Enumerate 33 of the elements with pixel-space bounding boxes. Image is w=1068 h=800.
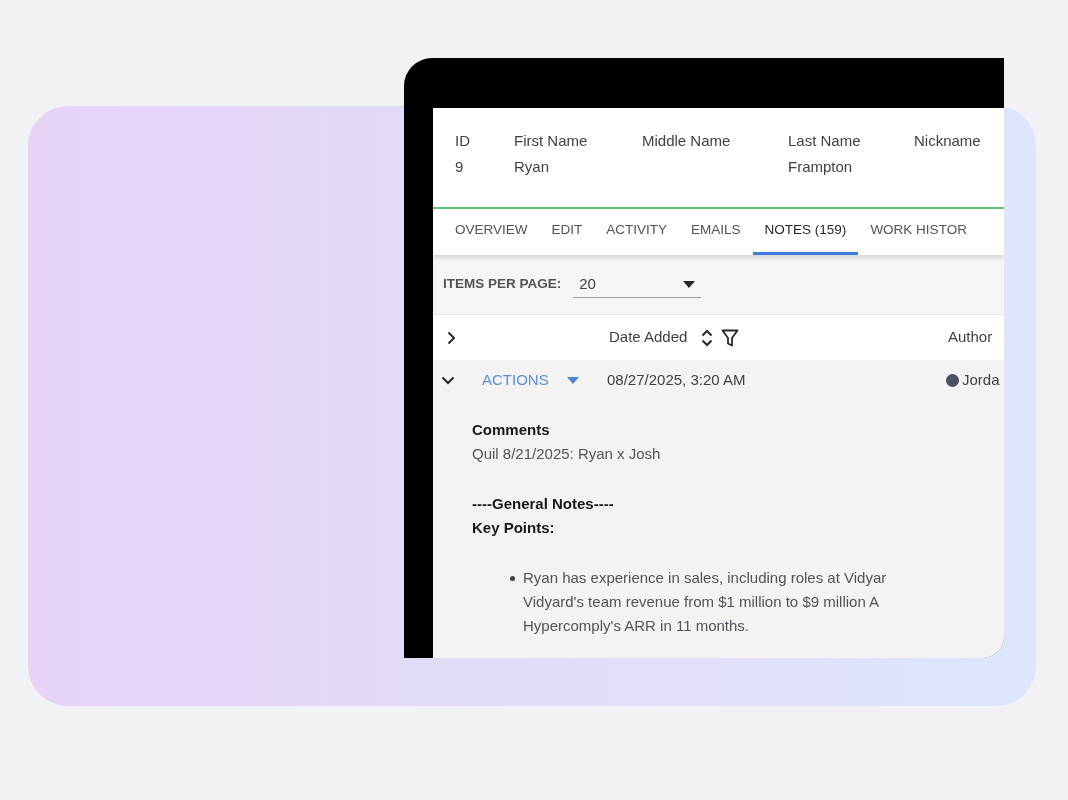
items-per-page-dropdown[interactable]: 20 <box>573 271 702 298</box>
items-per-page-label: ITEMS PER PAGE: <box>443 275 562 294</box>
column-header[interactable]: Date Added <box>609 326 688 349</box>
note-heading: ----General Notes---- <box>472 494 615 514</box>
field-label: First Name <box>514 132 589 150</box>
table-cell-text: 08/27/2025, 3:20 AM <box>607 369 747 390</box>
filter-icon[interactable] <box>721 328 740 347</box>
bullet-icon <box>510 576 515 581</box>
note-heading: Key Points: <box>472 518 556 538</box>
caret-icon <box>566 376 579 384</box>
column-header[interactable]: Author <box>948 326 993 349</box>
field-value: Frampton <box>788 158 854 176</box>
field-value: Ryan <box>514 158 551 176</box>
chevron-right-icon[interactable] <box>447 330 456 345</box>
field-value: 9 <box>455 158 465 176</box>
note-heading: Comments <box>472 420 551 440</box>
field-label: ID <box>455 132 471 150</box>
caret-icon <box>683 280 696 288</box>
note-bullet-text: Ryan has experience in sales, including roles at Vidyar Vidyard's team revenue from $1 million to $9 million A Hypercomply's ARR in 11 months. <box>523 568 887 636</box>
field-label: Nickname <box>914 132 982 150</box>
tab[interactable]: ACTIVITY <box>594 209 680 255</box>
field-label: Last Name <box>788 132 862 150</box>
note-text: Quil 8/21/2025: Ryan x Josh <box>472 444 662 464</box>
sort-icon[interactable] <box>701 328 714 347</box>
tab[interactable]: WORK HISTOR <box>858 209 979 255</box>
status-dot-icon <box>946 373 959 387</box>
tab[interactable]: OVERVIEW <box>443 209 540 255</box>
chevron-down-icon[interactable] <box>441 375 455 385</box>
tab[interactable]: NOTES (159) <box>752 209 859 255</box>
tab[interactable]: EMAILS <box>679 209 753 255</box>
field-label: Middle Name <box>642 132 732 150</box>
table-cell-text: Jorda <box>962 369 1000 390</box>
tab[interactable]: EDIT <box>539 209 595 255</box>
